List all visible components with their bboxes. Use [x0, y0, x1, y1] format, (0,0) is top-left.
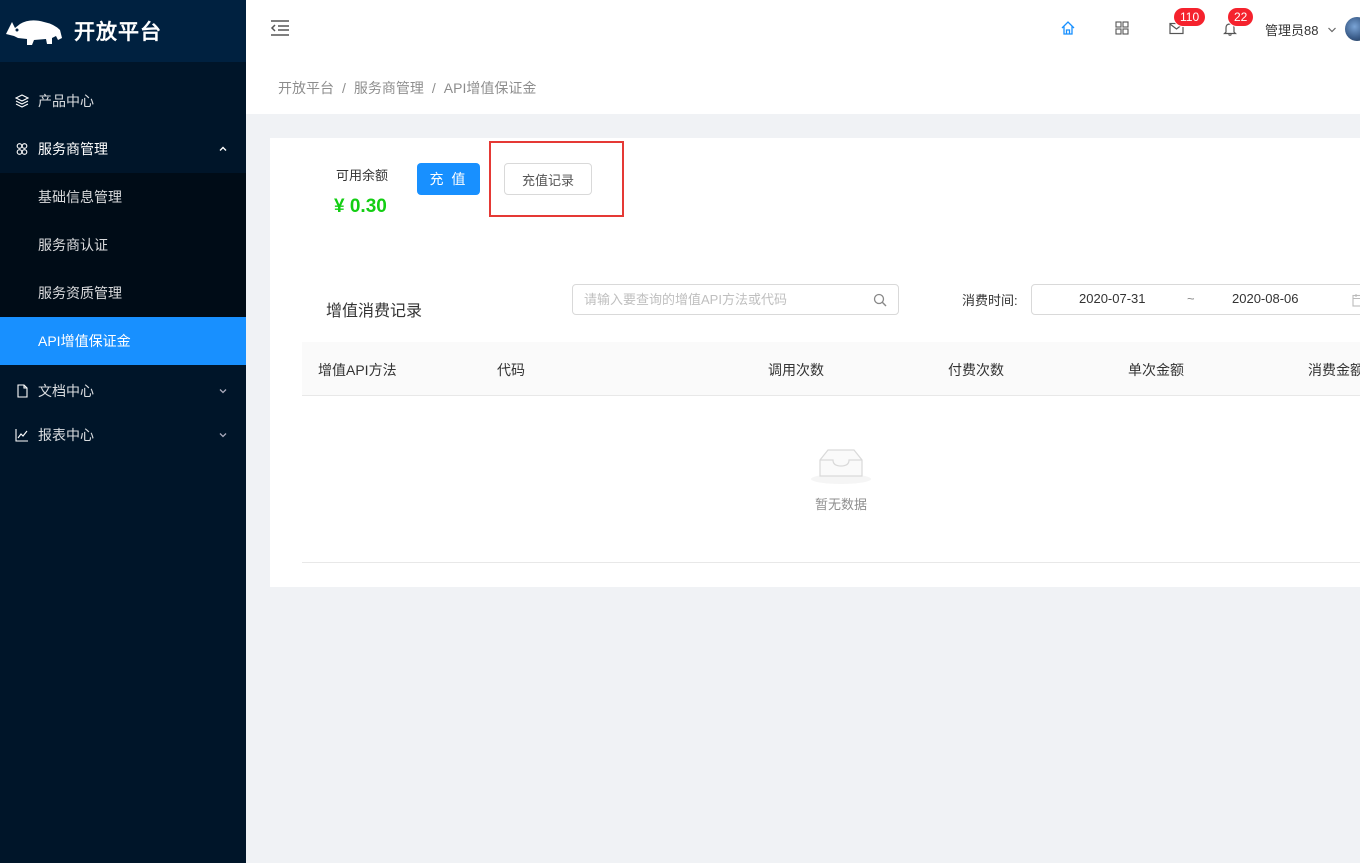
notification-count-badge: 22: [1228, 8, 1254, 26]
logo-title: 开放平台: [74, 21, 162, 44]
file-icon: [14, 383, 30, 399]
sidebar-item-label: 产品中心: [38, 93, 94, 109]
balance-amount: ¥ 0.30: [334, 196, 387, 217]
breadcrumb-item-provider[interactable]: 服务商管理: [354, 78, 424, 98]
recharge-records-button[interactable]: 充值记录: [504, 163, 592, 195]
sidebar-item-label: 服务商认证: [38, 237, 108, 253]
column-header: 代码: [497, 362, 525, 378]
sidebar-item-report-center[interactable]: 报表中心: [0, 413, 246, 457]
chevron-down-icon: [218, 386, 228, 396]
search-input[interactable]: [584, 292, 872, 307]
empty-text: 暂无数据: [814, 497, 867, 512]
search-icon[interactable]: [872, 292, 888, 308]
date-start[interactable]: 2020-07-31: [1079, 291, 1146, 306]
chevron-down-icon: [218, 430, 228, 440]
empty-box-icon: [808, 442, 874, 486]
sidebar-item-label: API增值保证金: [38, 333, 131, 349]
date-separator: ~: [1187, 291, 1195, 306]
rhino-logo-icon: [4, 14, 64, 48]
breadcrumb-item-current: API增值保证金: [443, 80, 537, 96]
column-header: 单次金额: [1128, 362, 1184, 378]
content-card: 可用余额 ¥ 0.30 充 值 充值记录 增值消费记录 消费时间: 2020-0…: [270, 138, 1360, 587]
sidebar-item-label: 基础信息管理: [38, 189, 122, 205]
bell-icon[interactable]: 22: [1222, 8, 1254, 36]
sidebar-item-label: 服务商管理: [38, 141, 108, 157]
layers-icon: [14, 93, 30, 109]
chevron-up-icon: [218, 144, 228, 154]
breadcrumb-separator: /: [431, 80, 436, 96]
sidebar-item-qualification[interactable]: 服务资质管理: [0, 269, 246, 317]
balance-label: 可用余额: [336, 168, 389, 183]
breadcrumb-separator: /: [342, 80, 346, 96]
mail-icon[interactable]: 110: [1168, 8, 1206, 36]
date-range-picker[interactable]: 2020-07-31 ~ 2020-08-06: [1031, 284, 1360, 315]
top-header: 110 22 管理员88: [246, 0, 1360, 62]
sidebar-item-basic-info[interactable]: 基础信息管理: [0, 173, 246, 221]
column-header: 调用次数: [768, 362, 824, 378]
apps-grid-icon[interactable]: [1114, 20, 1130, 36]
api-search-field[interactable]: [572, 284, 899, 315]
user-name[interactable]: 管理员88: [1265, 20, 1318, 39]
column-header: 消费金额: [1308, 362, 1360, 378]
recharge-button[interactable]: 充 值: [417, 163, 480, 195]
section-title: 增值消费记录: [326, 303, 423, 320]
table-empty-state: 暂无数据: [302, 396, 1360, 563]
sidebar-item-label: 文档中心: [38, 383, 94, 399]
column-header: 增值API方法: [318, 362, 397, 378]
date-end[interactable]: 2020-08-06: [1232, 291, 1299, 306]
line-chart-icon: [14, 427, 30, 443]
logo[interactable]: 开放平台: [0, 0, 246, 62]
sidebar: 开放平台 产品中心 服务商管理 基础信息管理 服务商认证 服务资质管理 API增…: [0, 0, 246, 863]
column-header: 付费次数: [948, 362, 1004, 378]
provider-submenu: 基础信息管理 服务商认证 服务资质管理 API增值保证金: [0, 173, 246, 365]
team-icon: [14, 141, 30, 157]
breadcrumb: 开放平台 / 服务商管理 / API增值保证金: [246, 62, 1360, 114]
sidebar-item-api-deposit[interactable]: API增值保证金: [0, 317, 246, 365]
date-range-label: 消费时间:: [962, 293, 1018, 308]
mail-count-badge: 110: [1174, 8, 1206, 26]
home-icon[interactable]: [1060, 20, 1076, 36]
sidebar-item-label: 服务资质管理: [38, 285, 122, 301]
sidebar-item-label: 报表中心: [38, 427, 94, 443]
breadcrumb-item-platform[interactable]: 开放平台: [278, 78, 334, 98]
menu-fold-icon[interactable]: [270, 18, 290, 38]
chevron-down-icon[interactable]: [1327, 22, 1337, 33]
avatar[interactable]: [1345, 17, 1360, 41]
sidebar-item-provider-management[interactable]: 服务商管理: [0, 125, 246, 173]
calendar-icon[interactable]: [1352, 293, 1360, 307]
sidebar-menu: 产品中心 服务商管理 基础信息管理 服务商认证 服务资质管理 API增值保证金: [0, 77, 246, 457]
sidebar-item-provider-certification[interactable]: 服务商认证: [0, 221, 246, 269]
sidebar-item-doc-center[interactable]: 文档中心: [0, 369, 246, 413]
sidebar-item-product-center[interactable]: 产品中心: [0, 77, 246, 125]
table-header: 增值API方法 代码 调用次数 付费次数 单次金额 消费金额: [302, 342, 1360, 396]
